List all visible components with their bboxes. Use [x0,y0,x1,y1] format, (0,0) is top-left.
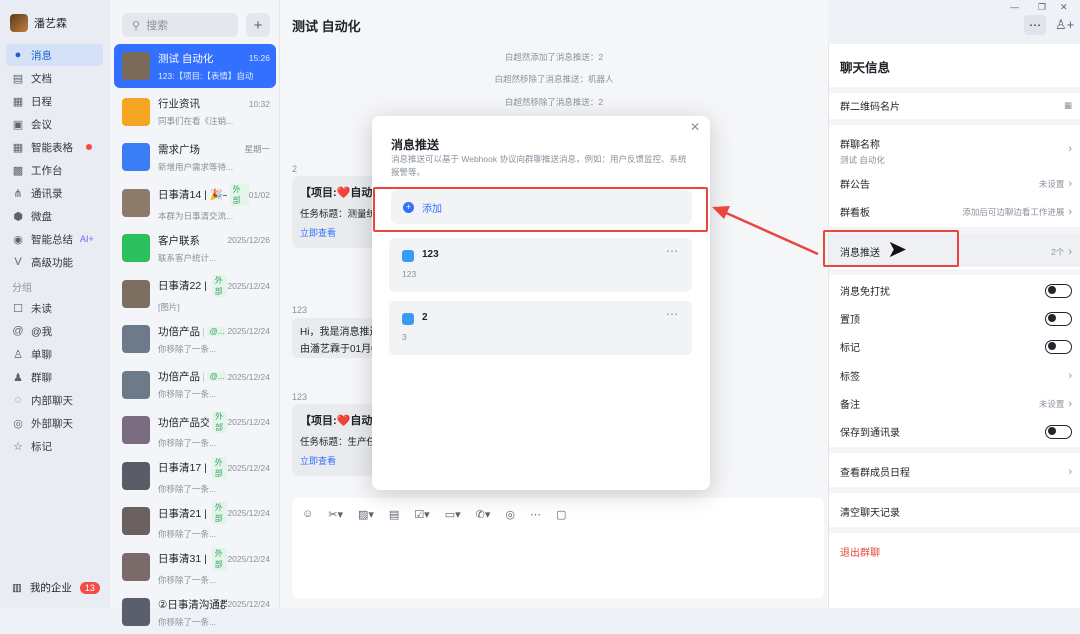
arrow-line [723,210,819,256]
conversation-preview: 你移除了一条... [158,616,217,627]
annotation-arrow [712,206,819,256]
